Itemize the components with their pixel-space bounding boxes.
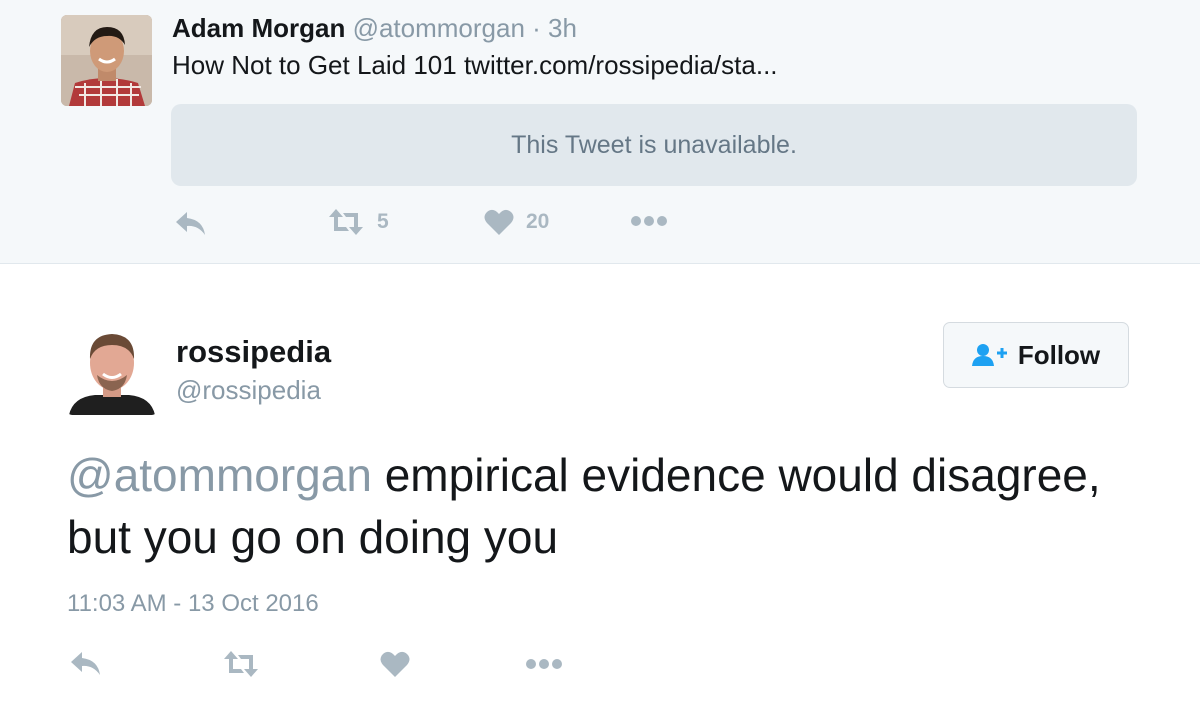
tweet-timestamp[interactable]: 11:03 AM - 13 Oct 2016 <box>67 590 319 618</box>
avatar[interactable] <box>61 15 152 106</box>
parent-tweet-header: Adam Morgan @atommorgan · 3h <box>172 13 577 44</box>
reply-button[interactable] <box>69 650 103 678</box>
reply-button[interactable] <box>174 210 208 238</box>
retweet-icon <box>224 651 258 677</box>
follow-button[interactable]: Follow <box>943 322 1129 388</box>
quoted-tweet-unavailable: This Tweet is unavailable. <box>171 104 1137 186</box>
more-icon <box>526 659 562 669</box>
like-icon <box>380 651 410 677</box>
main-tweet-actions <box>0 648 1200 684</box>
mention-link[interactable]: @atommorgan <box>67 449 372 501</box>
reply-icon <box>176 212 205 235</box>
tweet-text: @atommorgan empirical evidence would dis… <box>67 444 1127 568</box>
author-handle[interactable]: @rossipedia <box>176 375 321 406</box>
author-name[interactable]: rossipedia <box>176 334 331 370</box>
tweet-text: How Not to Get Laid 101 <box>172 50 457 80</box>
reply-icon <box>71 652 100 675</box>
parent-tweet-actions: 5 20 <box>0 208 1200 244</box>
retweet-icon <box>329 209 363 235</box>
like-icon <box>484 209 514 235</box>
retweet-count: 5 <box>377 210 389 233</box>
follow-label: Follow <box>1017 339 1101 370</box>
parent-tweet[interactable]: Adam Morgan @atommorgan · 3h How Not to … <box>0 0 1200 264</box>
like-button[interactable]: 20 <box>484 208 549 236</box>
follow-icon <box>971 344 1007 366</box>
tweet-link[interactable]: twitter.com/rossipedia/sta... <box>464 50 778 80</box>
more-button[interactable] <box>526 657 562 671</box>
retweet-button[interactable]: 5 <box>327 208 389 236</box>
avatar[interactable] <box>67 325 157 415</box>
like-button[interactable] <box>380 650 410 678</box>
retweet-button[interactable] <box>222 650 260 678</box>
like-count: 20 <box>526 210 550 233</box>
author-handle-time[interactable]: @atommorgan · 3h <box>353 13 577 43</box>
author-name[interactable]: Adam Morgan <box>172 13 345 43</box>
parent-tweet-text: How Not to Get Laid 101 twitter.com/ross… <box>172 50 778 81</box>
more-icon <box>631 216 667 226</box>
more-button[interactable] <box>631 214 667 228</box>
